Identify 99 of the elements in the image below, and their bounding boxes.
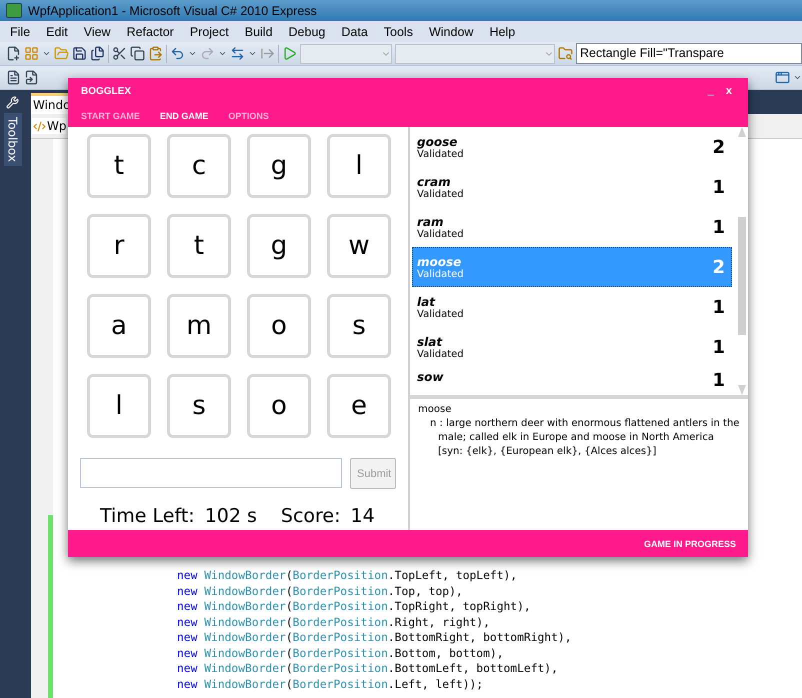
undo-icon[interactable] (170, 46, 185, 61)
caret-icon[interactable] (188, 49, 197, 58)
window-title: BOGGLEX (81, 86, 132, 96)
letter-tile[interactable]: t (87, 134, 151, 198)
word-row[interactable]: slat Validated 1 (412, 327, 732, 367)
menu-item[interactable]: Data (333, 24, 376, 38)
menu-item[interactable]: Project (182, 24, 237, 38)
letter-tile[interactable]: g (247, 214, 311, 278)
navigate-icon[interactable] (230, 46, 245, 61)
code-line: new WindowBorder(BorderPosition.TopRight, topRight), (177, 599, 532, 614)
word-status: Validated (417, 148, 465, 160)
letter-tile[interactable]: w (327, 214, 391, 278)
word-row[interactable]: lat Validated 1 (412, 287, 732, 327)
word-input[interactable] (80, 458, 342, 488)
menu-item[interactable]: View (76, 24, 119, 38)
toolbox-tab[interactable]: Toolbox (4, 113, 22, 166)
menu-item[interactable]: Debug (280, 24, 334, 38)
definition-word: moose (418, 404, 452, 415)
menu-item[interactable]: Help (481, 24, 524, 38)
word-points: 1 (712, 216, 726, 238)
tools-icon[interactable] (6, 96, 19, 109)
word-points: 2 (712, 136, 726, 158)
word-row[interactable]: cram Validated 1 (412, 167, 732, 207)
code-line: new WindowBorder(BorderPosition.Right, right), (177, 614, 491, 630)
document-icon[interactable] (6, 70, 21, 85)
definition-text: n : large northern deer with enormous flattened antlers in the male; called elk in Europe and moose in North America (429, 417, 740, 445)
code-line: new WindowBorder(BorderPosition.TopLeft, topLeft), (177, 568, 518, 584)
score-label: Score: (280, 505, 341, 527)
letter-tile[interactable]: r (87, 214, 151, 278)
menu-item[interactable]: Window (420, 24, 482, 38)
word-points: 1 (712, 176, 726, 198)
menu-item[interactable]: Edit (38, 24, 76, 38)
menu-item[interactable]: END GAME (160, 110, 218, 120)
caret-icon[interactable] (218, 49, 227, 58)
code-line: new WindowBorder(BorderPosition.Bottom, bottom), (177, 646, 504, 661)
copy-icon[interactable] (130, 46, 145, 61)
found-word: ram (417, 214, 445, 228)
cut-icon[interactable] (112, 46, 127, 61)
word-status: Validated (417, 228, 465, 240)
save-all-icon[interactable] (90, 46, 105, 61)
word-points: 1 (712, 336, 726, 358)
window-icon[interactable] (775, 70, 790, 85)
code-line: new WindowBorder(BorderPosition.BottomLeft, bottomLeft), (177, 661, 559, 676)
letter-tile[interactable]: a (87, 294, 151, 358)
found-word: slat (417, 334, 444, 348)
letter-tile[interactable]: l (87, 374, 151, 438)
save-icon[interactable] (72, 46, 87, 61)
found-word: cram (417, 174, 452, 188)
word-status: Validated (417, 268, 465, 280)
new-project-icon[interactable] (6, 46, 21, 61)
close-button[interactable]: x (720, 85, 738, 97)
word-status: Validated (417, 308, 465, 320)
found-word: moose (417, 254, 462, 268)
scrollbar-thumb[interactable] (738, 217, 746, 335)
score-value: 14 (350, 505, 375, 527)
synonyms-text: [syn: {elk}, {European elk}, {Alces alces}] (437, 445, 658, 459)
play-icon[interactable] (282, 46, 297, 61)
word-row[interactable]: goose Validated 2 (412, 127, 732, 167)
menu-item[interactable]: Refactor (118, 24, 182, 38)
word-row[interactable]: ram Validated 1 (412, 207, 732, 247)
find-icon[interactable] (558, 46, 573, 61)
letter-tile[interactable]: m (167, 294, 231, 358)
menu-item[interactable]: Build (236, 24, 281, 38)
type-selector[interactable]: Wp (32, 118, 66, 134)
letter-tile[interactable]: g (247, 134, 311, 198)
code-line: new WindowBorder(BorderPosition.Top, top), (177, 584, 464, 599)
word-row[interactable]: sow 1 (412, 367, 732, 393)
word-points: 1 (712, 296, 726, 318)
letter-tile[interactable]: t (167, 214, 231, 278)
letter-tile[interactable]: l (327, 134, 391, 198)
code-line: new WindowBorder(BorderPosition.Left, left)); (177, 676, 484, 692)
app-icon (6, 3, 22, 18)
caret-icon[interactable] (248, 49, 257, 58)
menu-item[interactable]: File (2, 24, 38, 38)
menu-item[interactable]: Tools (376, 24, 421, 38)
word-points: 2 (712, 256, 726, 278)
letter-tile[interactable]: s (327, 294, 391, 358)
found-word: lat (417, 294, 436, 308)
word-points: 1 (712, 370, 726, 391)
window-title: WpfApplication1 - Microsoft Visual C# 2010 Express (28, 4, 317, 18)
word-status: Validated (417, 348, 465, 360)
letter-tile[interactable]: c (167, 134, 231, 198)
letter-tile[interactable]: s (167, 374, 231, 438)
caret-icon[interactable] (42, 49, 51, 58)
time-value: 102 s (204, 505, 257, 527)
game-status: GAME IN PROGRESS (644, 538, 736, 548)
document-link-icon[interactable] (24, 70, 39, 85)
code-line: new WindowBorder(BorderPosition.BottomRight, bottomRight), (177, 630, 573, 646)
word-status: Validated (417, 188, 465, 200)
found-word: goose (417, 134, 458, 148)
find-field[interactable]: Rectangle Fill="Transpare (576, 43, 802, 64)
time-label: Time Left: (100, 505, 195, 527)
found-word: sow (417, 370, 444, 384)
minimize-button[interactable]: _ (702, 85, 720, 97)
class-icon (33, 120, 46, 132)
caret-icon[interactable] (793, 73, 802, 82)
letter-tile[interactable]: o (247, 374, 311, 438)
letter-tile[interactable]: e (327, 374, 391, 438)
letter-tile[interactable]: o (247, 294, 311, 358)
